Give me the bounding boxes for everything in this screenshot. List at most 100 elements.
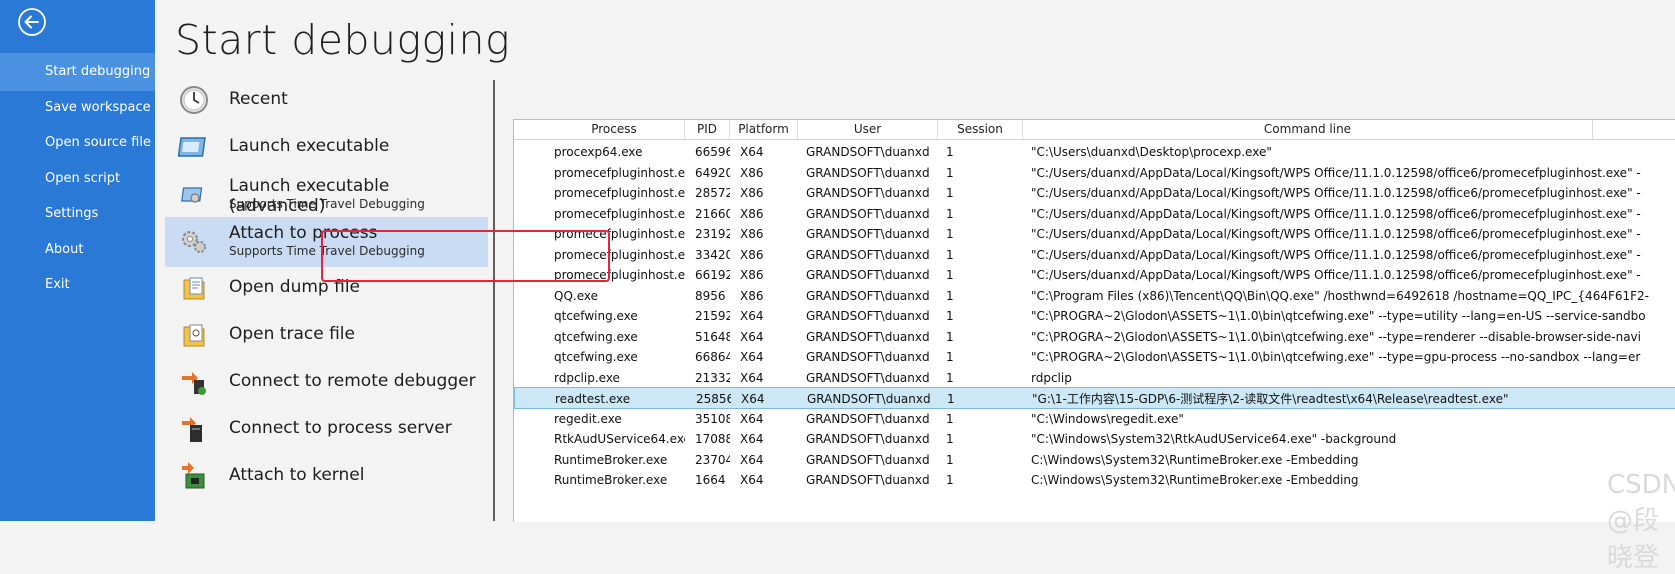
cell-process: RtkAudUService64.exe (554, 432, 685, 446)
cell-user: GRANDSOFT\duanxd (806, 165, 930, 180)
option-open-trace-file[interactable]: Open trace file (165, 311, 488, 359)
option-connect-remote-debugger[interactable]: Connect to remote debugger (165, 358, 488, 406)
nav-open-script[interactable]: Open script (0, 160, 155, 198)
cell-pid: 1664 (695, 473, 726, 487)
option-recent[interactable]: Recent (165, 76, 488, 124)
column-header-pid[interactable]: PID (685, 120, 730, 139)
vertical-divider (493, 80, 495, 521)
dump-file-icon (183, 277, 205, 300)
table-row[interactable]: promecefpluginhost.exe 33420 X86 GRANDSOFT\… (514, 244, 1675, 266)
table-row[interactable]: promecefpluginhost.exe 23192 X86 GRANDSOFT\… (514, 223, 1675, 245)
cell-pid: 33420 (695, 247, 730, 262)
table-row[interactable]: RuntimeBroker.exe 1664 X64 GRANDSOFT\duanxd… (514, 469, 1675, 491)
table-row[interactable]: rdpclip.exe 21332 X64 GRANDSOFT\duanxd 1 rdpc… (514, 367, 1675, 389)
cell-platform: X64 (740, 145, 764, 159)
cell-pid: 66864 (695, 350, 730, 364)
cell-pid: 51648 (695, 329, 730, 344)
server-icon (182, 417, 202, 442)
cell-command-line: "C:/Users/duanxd/AppData/Local/Kingsoft/… (1031, 186, 1641, 200)
column-header-user[interactable]: User (798, 120, 938, 139)
option-launch-executable-advanced[interactable]: Launch executable (advanced) Supports Ti… (165, 170, 488, 218)
cell-pid: 21660 (695, 206, 730, 221)
table-row[interactable]: qtcefwing.exe 66864 X64 GRANDSOFT\duanxd 1 "C… (514, 346, 1675, 368)
watermark-text: CSDN @段晓登 (1607, 470, 1675, 573)
option-sublabel: Supports Time Travel Debugging (229, 244, 425, 258)
cell-user: GRANDSOFT\duanxd (806, 288, 930, 303)
nav-save-workspace[interactable]: Save workspace (0, 89, 155, 127)
column-header-process[interactable]: Process (544, 120, 685, 139)
option-connect-process-server[interactable]: Connect to process server (165, 405, 488, 453)
nav-open-source-file[interactable]: Open source file (0, 124, 155, 162)
cell-session: 1 (946, 411, 954, 426)
cell-process: qtcefwing.exe (554, 309, 638, 323)
nav-exit[interactable]: Exit (0, 266, 155, 304)
cell-user: GRANDSOFT\duanxd (806, 227, 930, 241)
cell-command-line: C:\Windows\System32\RuntimeBroker.exe -E… (1031, 473, 1359, 487)
option-attach-to-kernel[interactable]: Attach to kernel (165, 452, 488, 500)
column-header-platform[interactable]: Platform (730, 120, 798, 139)
cell-platform: X64 (740, 452, 764, 467)
cell-user: GRANDSOFT\duanxd (806, 370, 930, 385)
cell-user: GRANDSOFT\duanxd (806, 206, 930, 221)
cell-session: 1 (946, 452, 954, 467)
column-header-command-line[interactable]: Command line (1023, 120, 1593, 139)
cell-command-line: "C:/Users/duanxd/AppData/Local/Kingsoft/… (1031, 165, 1641, 180)
nav-about[interactable]: About (0, 231, 155, 269)
option-open-dump-file[interactable]: Open dump file (165, 264, 488, 312)
cell-process: RuntimeBroker.exe (554, 452, 668, 467)
table-row[interactable]: qtcefwing.exe 51648 X64 GRANDSOFT\duanxd 1 "C… (514, 326, 1675, 348)
cell-user: GRANDSOFT\duanxd (806, 329, 930, 344)
table-row[interactable]: QQ.exe 8956 X86 GRANDSOFT\duanxd 1 "C:\Progra… (514, 285, 1675, 307)
cell-pid: 66192 (695, 268, 730, 282)
cell-pid: 21592 (695, 309, 730, 323)
cell-process: qtcefwing.exe (554, 350, 638, 364)
cell-session: 1 (946, 309, 954, 323)
table-row[interactable]: qtcefwing.exe 21592 X64 GRANDSOFT\duanxd 1 "C… (514, 305, 1675, 327)
table-row[interactable]: promecefpluginhost.exe 66192 X86 GRANDSOFT\… (514, 264, 1675, 286)
cell-process: promecefpluginhost.exe (554, 268, 685, 282)
cell-pid: 21332 (695, 370, 730, 385)
option-label: Connect to remote debugger (229, 371, 476, 391)
cell-session: 1 (946, 186, 954, 200)
option-label: Attach to process (229, 223, 378, 243)
cell-platform: X64 (740, 411, 764, 426)
cell-process: RuntimeBroker.exe (554, 473, 668, 487)
cell-session: 1 (946, 473, 954, 487)
table-row[interactable]: RuntimeBroker.exe 23704 X64 GRANDSOFT\duanx… (514, 449, 1675, 471)
back-arrow-icon[interactable] (17, 7, 47, 37)
cell-session: 1 (946, 145, 954, 159)
cell-platform: X64 (740, 432, 764, 446)
option-attach-to-process[interactable]: Attach to process Supports Time Travel D… (165, 217, 488, 267)
option-label: Attach to kernel (229, 465, 365, 485)
chip-icon (182, 462, 205, 489)
process-table[interactable]: Process PID Platform User Session Comman… (513, 119, 1675, 522)
cell-session: 1 (946, 350, 954, 364)
table-row[interactable]: readtest.exe 25856 X64 GRANDSOFT\duanxd 1 "G:… (514, 387, 1675, 409)
cell-session: 1 (946, 432, 954, 446)
table-row[interactable]: regedit.exe 35108 X64 GRANDSOFT\duanxd 1 "C:\… (514, 408, 1675, 430)
table-row[interactable]: RtkAudUService64.exe 17088 X64 GRANDSOFT\du… (514, 428, 1675, 450)
option-label: Open trace file (229, 324, 355, 344)
cell-command-line: "C:\PROGRA~2\Glodon\ASSETS~1\1.0\bin\qtc… (1031, 309, 1646, 323)
cell-pid: 66596 (695, 145, 730, 159)
cell-platform: X86 (740, 206, 764, 221)
main-panel: Start debugging Recent Launch executable… (155, 0, 1675, 573)
cell-session: 1 (946, 268, 954, 282)
option-sublabel: Supports Time Travel Debugging (229, 197, 425, 211)
cell-command-line: "C:\Program Files (x86)\Tencent\QQ\Bin\Q… (1031, 288, 1649, 303)
cell-pid: 28572 (695, 186, 730, 200)
window-launch-icon (178, 137, 206, 157)
nav-start-debugging[interactable]: Start debugging (0, 53, 155, 91)
cell-session: 1 (946, 227, 954, 241)
cell-platform: X86 (740, 186, 764, 200)
cell-command-line: "C:/Users/duanxd/AppData/Local/Kingsoft/… (1031, 227, 1641, 241)
table-row[interactable]: procexp64.exe 66596 X64 GRANDSOFT\duanxd 1 "C… (514, 141, 1675, 163)
table-row[interactable]: promecefpluginhost.exe 21660 X86 GRANDSOFT\… (514, 203, 1675, 225)
table-row[interactable]: promecefpluginhost.exe 64920 X86 GRANDSOFT\… (514, 162, 1675, 184)
cell-command-line: "C:/Users/duanxd/AppData/Local/Kingsoft/… (1031, 206, 1641, 221)
cell-user: GRANDSOFT\duanxd (806, 309, 930, 323)
column-header-session[interactable]: Session (938, 120, 1023, 139)
table-row[interactable]: promecefpluginhost.exe 28572 X86 GRANDSOFT\… (514, 182, 1675, 204)
nav-settings[interactable]: Settings (0, 195, 155, 233)
option-launch-executable[interactable]: Launch executable (165, 123, 488, 171)
